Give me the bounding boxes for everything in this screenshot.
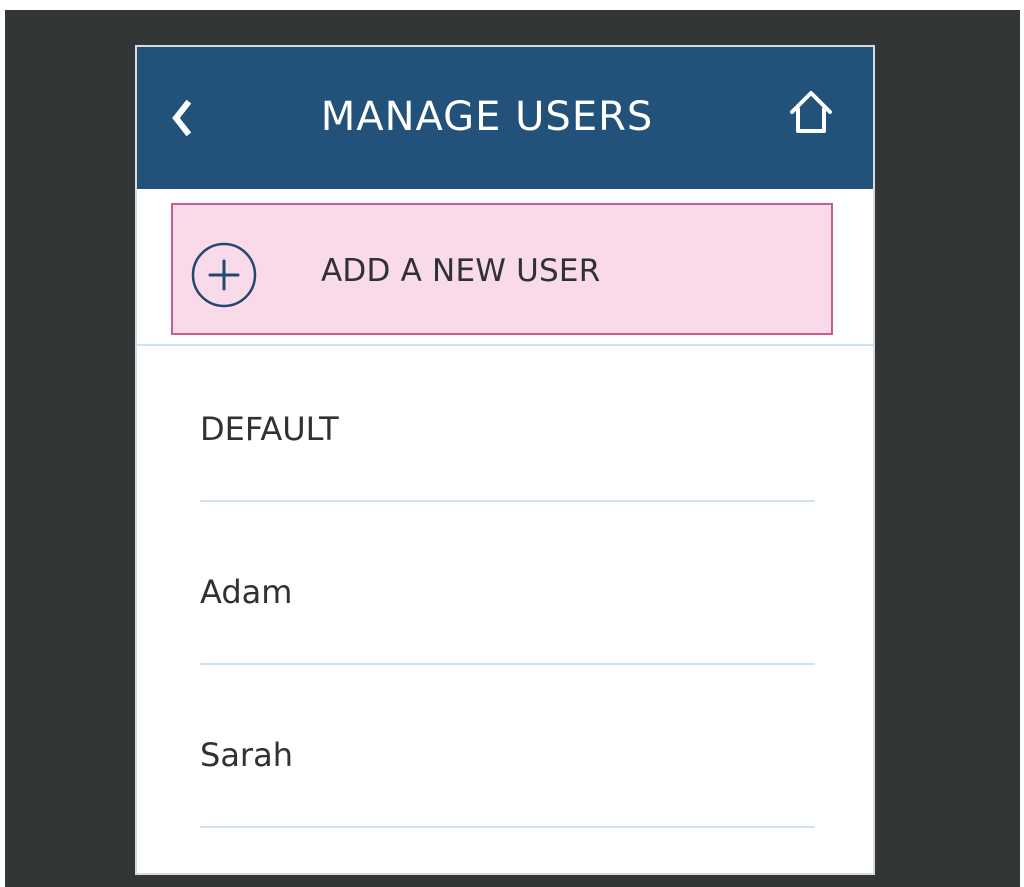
home-button[interactable] (781, 83, 841, 141)
header-bar: MANAGE USERS (137, 47, 873, 189)
list-divider (200, 826, 815, 828)
back-button[interactable] (159, 93, 203, 143)
user-item-sarah[interactable]: Sarah (200, 730, 815, 873)
user-name: Sarah (200, 736, 293, 774)
page-title: MANAGE USERS (320, 94, 654, 140)
add-new-user-label: ADD A NEW USER (321, 253, 601, 289)
user-item-adam[interactable]: Adam (200, 567, 815, 727)
user-name: Adam (200, 573, 293, 611)
list-divider (200, 663, 815, 665)
chevron-left-icon (167, 98, 195, 138)
user-item-default[interactable]: DEFAULT (200, 404, 815, 564)
section-divider (137, 344, 873, 346)
user-name: DEFAULT (200, 410, 339, 448)
add-new-user-button[interactable]: ADD A NEW USER (171, 203, 833, 335)
manage-users-screen: MANAGE USERS ADD A NEW USER DEFAULT Adam (135, 45, 875, 875)
plus-circle-icon (185, 241, 267, 309)
list-divider (200, 500, 815, 502)
home-icon (784, 85, 838, 139)
